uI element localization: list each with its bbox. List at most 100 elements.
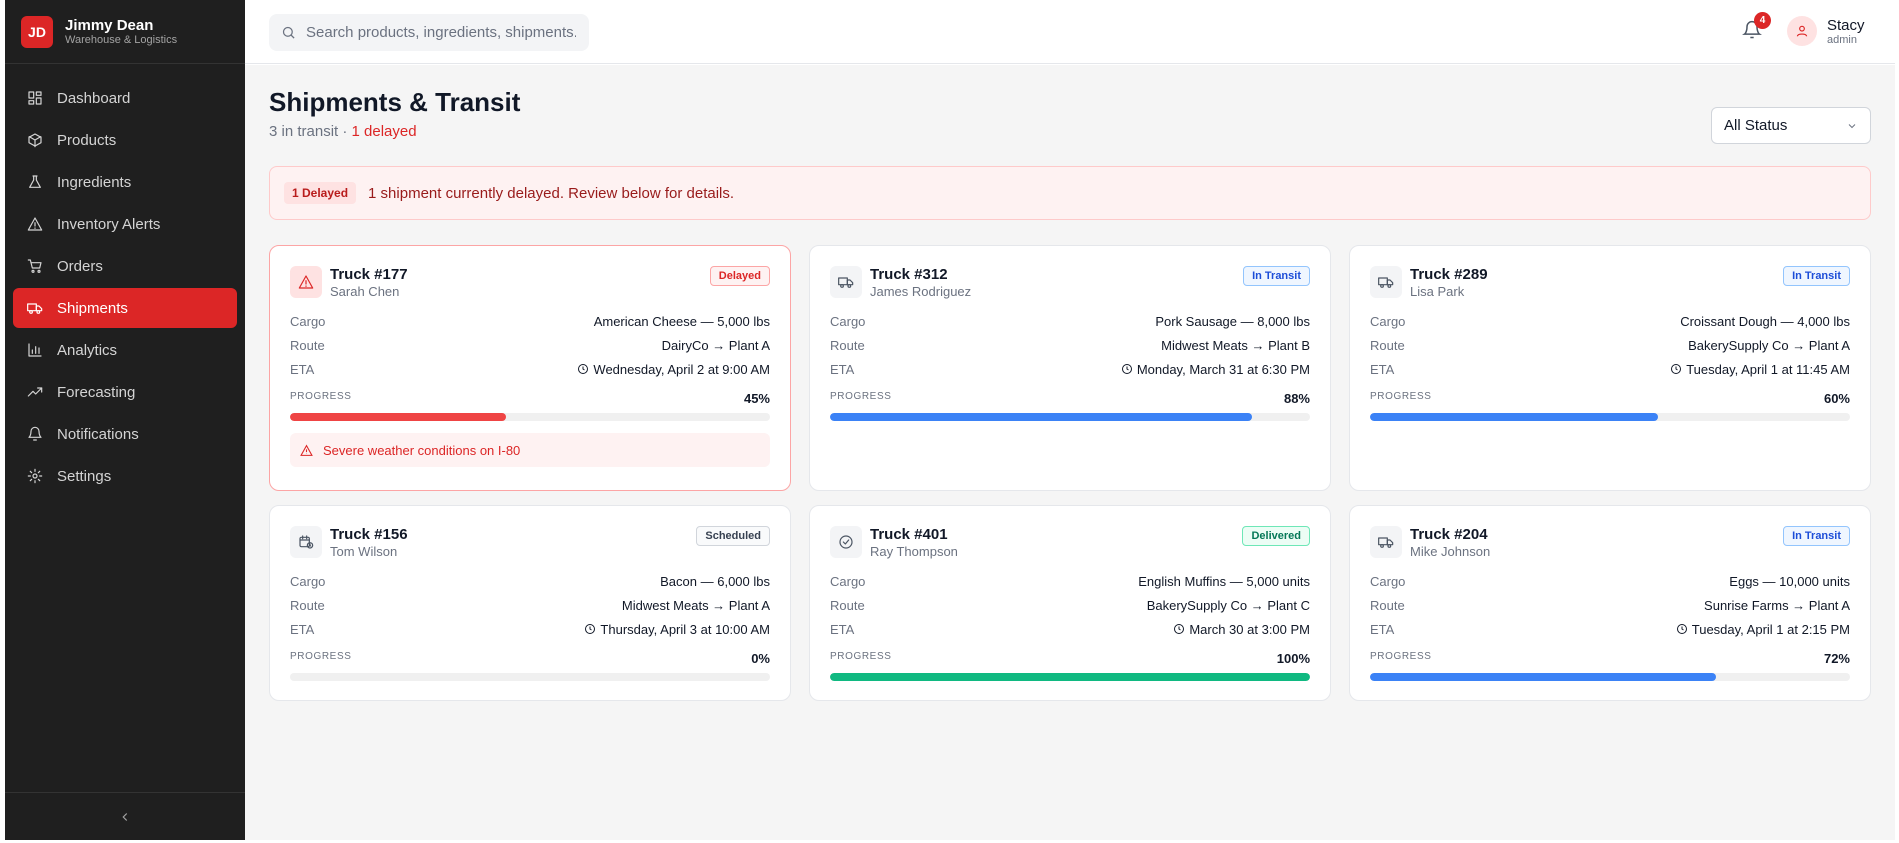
clock-icon [578, 364, 589, 374]
shipment-alert: Severe weather conditions on I-80 [290, 433, 770, 467]
sidebar-item-inventory-alerts[interactable]: Inventory Alerts [13, 204, 237, 244]
route-value: Midwest Meats → Plant B [1161, 337, 1310, 353]
eta-label: ETA [290, 361, 315, 377]
shipment-card[interactable]: Truck #289 Lisa Park In Transit Cargo Cro… [1349, 245, 1871, 491]
sidebar: JD Jimmy Dean Warehouse & Logistics Dash… [5, 0, 245, 840]
sidebar-collapse-button[interactable] [5, 792, 245, 840]
status-badge: In Transit [1783, 266, 1850, 286]
eta-label: ETA [830, 621, 855, 637]
status-badge: Delayed [709, 266, 770, 286]
cargo-label: Cargo [290, 573, 326, 589]
driver-name: James Rodriguez [870, 284, 972, 299]
sidebar-item-shipments[interactable]: Shipments [13, 288, 237, 328]
sidebar-item-ingredients[interactable]: Ingredients [13, 162, 237, 202]
brand-subtitle: Warehouse & Logistics [65, 33, 178, 46]
subtitle-transit: 3 in transit · [269, 123, 352, 140]
progress-value: 72% [1823, 651, 1850, 666]
sidebar-item-label: Inventory Alerts [57, 215, 161, 233]
sidebar-item-label: Orders [57, 257, 103, 275]
shipment-alert-text: Severe weather conditions on I-80 [323, 442, 521, 458]
sidebar-item-settings[interactable]: Settings [13, 456, 237, 496]
truck-number: Truck #312 [870, 266, 948, 283]
brand-name: Jimmy Dean [65, 16, 154, 34]
progress-bar [1370, 673, 1850, 681]
user-menu[interactable]: Stacy admin [1787, 16, 1865, 46]
truck-number: Truck #204 [1410, 526, 1488, 543]
progress-value: 60% [1823, 391, 1850, 406]
route-label: Route [1370, 597, 1405, 613]
shipment-card[interactable]: Truck #312 James Rodriguez In Transit Ca… [809, 245, 1331, 491]
cargo-label: Cargo [290, 313, 326, 329]
truck-icon [1370, 526, 1402, 558]
sidebar-item-label: Analytics [57, 341, 118, 359]
sidebar-item-notifications[interactable]: Notifications [13, 414, 237, 454]
progress-label: PROGRESS [830, 651, 892, 662]
shipment-card[interactable]: Truck #204 Mike Johnson In Transit Cargo… [1349, 505, 1871, 701]
status-badge: Scheduled [696, 526, 770, 546]
shipment-card[interactable]: Truck #156 Tom Wilson Scheduled Cargo Bac… [269, 505, 791, 701]
search-input[interactable] [306, 24, 576, 41]
driver-name: Tom Wilson [330, 544, 398, 559]
route-value: BakerySupply Co → Plant C [1146, 597, 1310, 613]
eta-label: ETA [1370, 621, 1395, 637]
progress-value: 100% [1276, 651, 1310, 666]
progress-bar [290, 673, 770, 681]
topbar: 4 Stacy admin [245, 0, 1895, 64]
sidebar-item-forecasting[interactable]: Forecasting [13, 372, 237, 412]
eta-value: Tuesday, April 1 at 2:15 PM [1691, 621, 1850, 637]
brand: JD Jimmy Dean Warehouse & Logistics [5, 0, 245, 64]
trend-icon [27, 384, 43, 400]
sidebar-item-label: Dashboard [57, 89, 131, 107]
shipment-card[interactable]: Truck #177 Sarah Chen Delayed Cargo Ameri… [269, 245, 791, 491]
progress-label: PROGRESS [1370, 391, 1432, 402]
user-name: Stacy [1827, 16, 1865, 34]
shipment-card[interactable]: Truck #401 Ray Thompson Delivered Cargo E… [809, 505, 1331, 701]
progress-label: PROGRESS [290, 391, 352, 402]
sidebar-item-dashboard[interactable]: Dashboard [13, 78, 237, 118]
route-label: Route [830, 337, 865, 353]
eta-label: ETA [830, 361, 855, 377]
chevron-down-icon [1848, 123, 1856, 128]
sidebar-item-products[interactable]: Products [13, 120, 237, 160]
route-label: Route [1370, 337, 1405, 353]
truck-number: Truck #401 [870, 526, 948, 543]
dashboard-icon [27, 90, 43, 106]
notification-count-badge: 4 [1754, 12, 1771, 29]
warning-icon [290, 266, 322, 298]
cart-icon [27, 258, 43, 274]
sidebar-nav: Dashboard Products Ingredients Inventory… [5, 64, 245, 496]
status-badge: In Transit [1783, 526, 1850, 546]
progress-bar [830, 413, 1310, 421]
clock-icon [585, 624, 596, 634]
page-title: Shipments & Transit [269, 87, 521, 117]
flask-icon [27, 174, 43, 190]
progress-bar [830, 673, 1310, 681]
user-icon [1796, 25, 1808, 37]
avatar [1787, 16, 1817, 46]
route-label: Route [830, 597, 865, 613]
eta-value: Thursday, April 3 at 10:00 AM [600, 621, 770, 637]
sidebar-item-orders[interactable]: Orders [13, 246, 237, 286]
warning-icon [27, 216, 43, 232]
cargo-value: Pork Sausage — 8,000 lbs [1155, 313, 1310, 329]
clock-icon [1174, 624, 1185, 634]
delayed-count-pill: 1 Delayed [284, 182, 357, 204]
search-box[interactable] [269, 14, 589, 51]
brand-logo: JD [21, 15, 53, 48]
eta-value: Monday, March 31 at 6:30 PM [1136, 361, 1310, 377]
status-badge: Delivered [1242, 526, 1310, 546]
sidebar-item-analytics[interactable]: Analytics [13, 330, 237, 370]
alert-banner-text: 1 shipment currently delayed. Review bel… [368, 184, 735, 202]
driver-name: Lisa Park [1410, 284, 1465, 299]
notifications-button[interactable]: 4 [1742, 12, 1771, 42]
progress-label: PROGRESS [830, 391, 892, 402]
status-filter-select[interactable]: All Status [1711, 107, 1871, 144]
route-value: Sunrise Farms → Plant A [1704, 597, 1850, 613]
progress-fill [290, 413, 506, 421]
driver-name: Ray Thompson [870, 544, 958, 559]
progress-fill [1370, 673, 1716, 681]
subtitle-delayed: 1 delayed [351, 123, 417, 140]
bell-icon [27, 426, 43, 442]
truck-number: Truck #177 [330, 266, 408, 283]
eta-label: ETA [1370, 361, 1395, 377]
